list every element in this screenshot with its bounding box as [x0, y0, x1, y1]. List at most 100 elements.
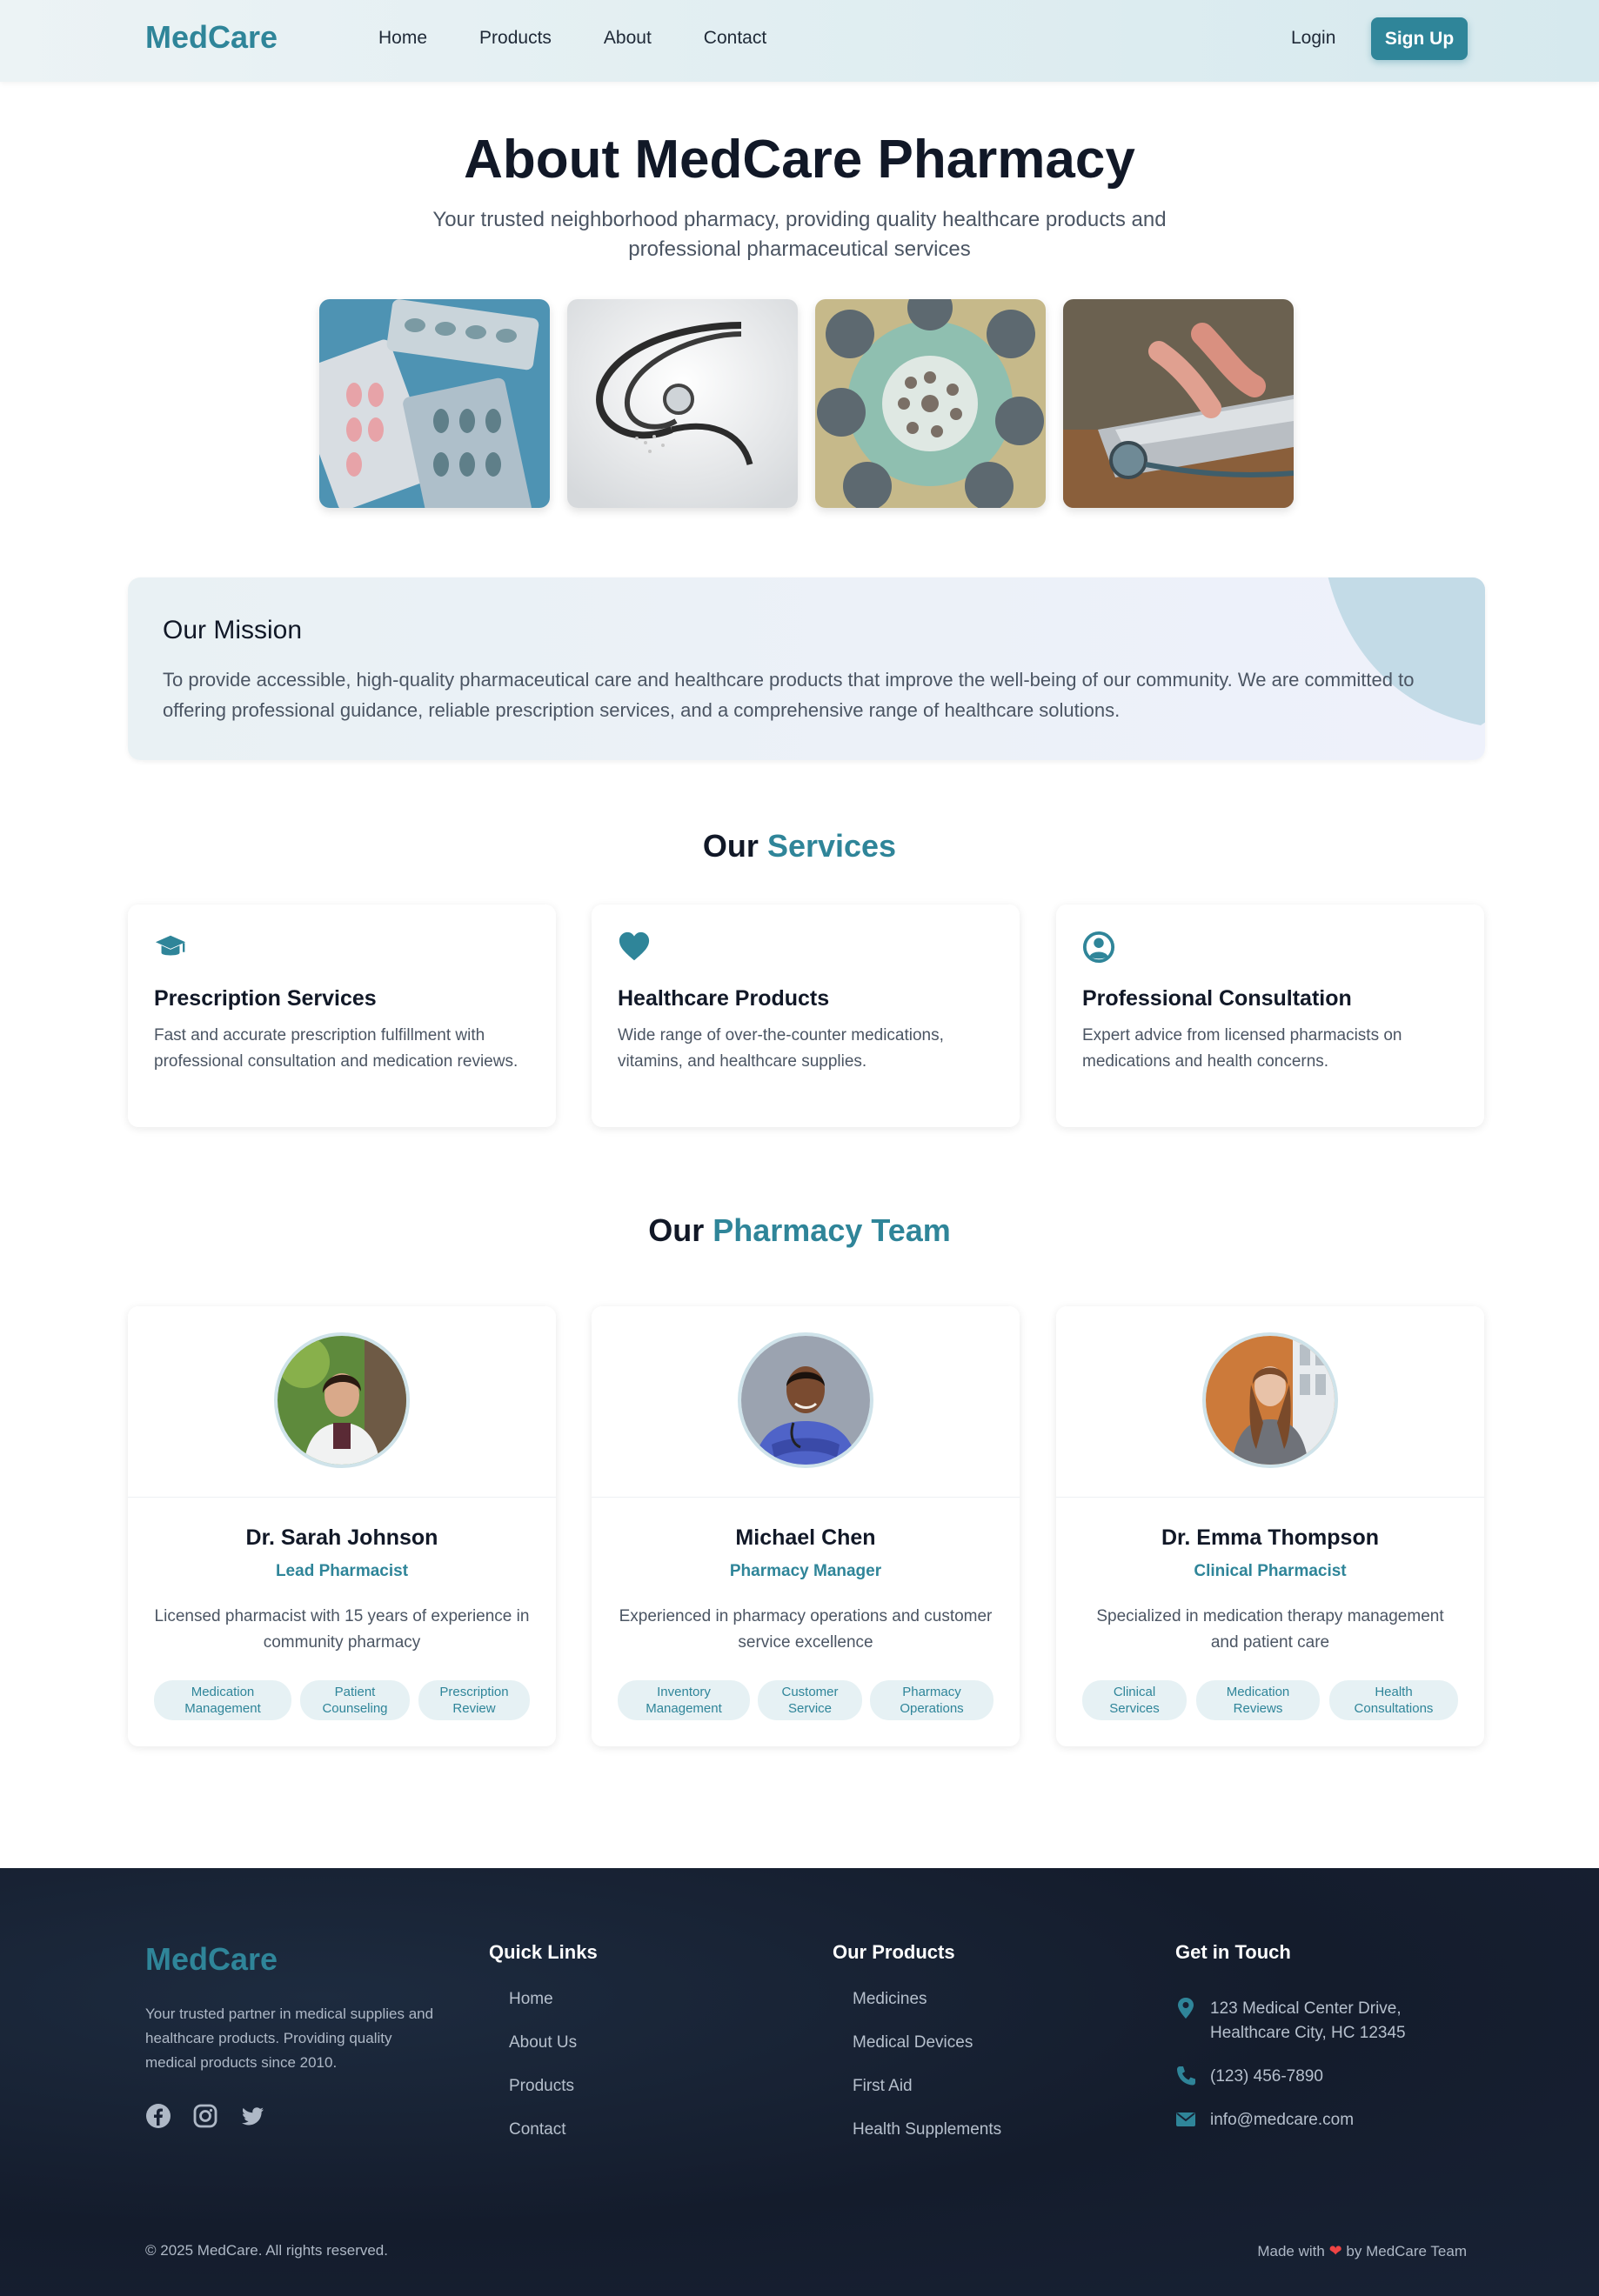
services-heading: Our Services [0, 828, 1599, 864]
mission-text: To provide accessible, high-quality phar… [163, 669, 1415, 721]
nav-link-contact[interactable]: Contact [704, 28, 766, 49]
contact-email-text[interactable]: info@medcare.com [1210, 2108, 1436, 2132]
team-card-emma-thompson: Dr. Emma Thompson Clinical Pharmacist Sp… [1056, 1306, 1484, 1746]
member-name: Dr. Emma Thompson [1161, 1525, 1380, 1550]
member-bio: Licensed pharmacist with 15 years of exp… [154, 1607, 530, 1652]
footer-column-title: Our Products [833, 1941, 955, 1963]
member-bio: Experienced in pharmacy operations and c… [619, 1607, 993, 1652]
footer-column-title: Get in Touch [1175, 1941, 1291, 1963]
service-description: Fast and accurate prescription fulfillme… [154, 1026, 519, 1071]
footer-link-first-aid[interactable]: First Aid [853, 2077, 1001, 2120]
surgeons-overhead-photo [815, 299, 1046, 508]
footer-link-contact[interactable]: Contact [509, 2120, 598, 2164]
pills-blister-photo [319, 299, 550, 508]
graduation-cap-icon [155, 935, 186, 956]
service-card-prescription[interactable]: Prescription Services Fast and accurate … [128, 904, 556, 1127]
avatar [1202, 1332, 1338, 1468]
service-description: Wide range of over-the-counter medicatio… [618, 1026, 944, 1071]
heart-icon: ❤ [1328, 2242, 1342, 2259]
footer-products: Our Products Medicines Medical Devices F… [833, 1941, 1001, 2164]
member-tags: Clinical Services Medication Reviews Hea… [1082, 1680, 1458, 1720]
skill-tag: Clinical Services [1082, 1680, 1187, 1720]
stethoscope-photo [567, 299, 798, 508]
phone-icon [1177, 2066, 1195, 2086]
member-bio: Specialized in medication therapy manage… [1096, 1607, 1444, 1652]
footer-link-medicines[interactable]: Medicines [853, 1990, 1001, 2033]
map-pin-icon [1178, 1998, 1194, 2019]
skill-tag: Prescription Review [418, 1680, 530, 1720]
footer-link-about[interactable]: About Us [509, 2033, 598, 2077]
nav-link-home[interactable]: Home [378, 28, 427, 49]
team-card-header [1056, 1306, 1484, 1498]
service-title: Prescription Services [154, 986, 377, 1011]
member-role: Clinical Pharmacist [1194, 1562, 1347, 1580]
heart-icon [619, 931, 650, 961]
nav-link-products[interactable]: Products [479, 28, 552, 49]
site-footer: MedCare Your trusted partner in medical … [0, 1868, 1599, 2296]
envelope-icon [1176, 2112, 1195, 2126]
contact-email: info@medcare.com [1175, 2108, 1436, 2132]
copyright: © 2025 MedCare. All rights reserved. [145, 2242, 388, 2259]
footer-quick-links: Quick Links Home About Us Products Conta… [489, 1941, 598, 2164]
instagram-icon[interactable] [192, 2103, 218, 2129]
footer-link-medical-devices[interactable]: Medical Devices [853, 2033, 1001, 2077]
member-tags: Medication Management Patient Counseling… [154, 1680, 530, 1720]
photo-gallery [319, 299, 1294, 508]
avatar [274, 1332, 410, 1468]
service-title: Professional Consultation [1082, 986, 1352, 1011]
footer-link-products[interactable]: Products [509, 2077, 598, 2120]
skill-tag: Patient Counseling [300, 1680, 410, 1720]
made-with-prefix: Made with [1257, 2243, 1325, 2259]
services-heading-accent: Services [766, 828, 897, 864]
team-heading-accent: Pharmacy Team [713, 1212, 951, 1248]
user-circle-icon [1082, 931, 1115, 964]
member-name: Dr. Sarah Johnson [245, 1525, 438, 1550]
nav-link-about[interactable]: About [604, 28, 652, 49]
top-navbar: MedCare Home Products About Contact Logi… [0, 0, 1599, 82]
signup-button[interactable]: Sign Up [1371, 17, 1468, 60]
footer-description: Your trusted partner in medical supplies… [145, 2006, 434, 2071]
twitter-icon[interactable] [239, 2103, 265, 2129]
service-card-healthcare-products[interactable]: Healthcare Products Wide range of over-t… [592, 904, 1020, 1127]
contact-address: 123 Medical Center Drive, Healthcare Cit… [1175, 1997, 1436, 2046]
page-title: About MedCare Pharmacy [464, 130, 1135, 190]
team-card-michael-chen: Michael Chen Pharmacy Manager Experience… [592, 1306, 1020, 1746]
skill-tag: Inventory Management [618, 1680, 750, 1720]
facebook-icon[interactable] [145, 2103, 171, 2129]
skill-tag: Medication Management [154, 1680, 291, 1720]
team-heading: Our Pharmacy Team [0, 1212, 1599, 1249]
footer-link-health-supplements[interactable]: Health Supplements [853, 2120, 1001, 2164]
contact-address-text: 123 Medical Center Drive, Healthcare Cit… [1210, 1999, 1406, 2042]
team-card-sarah-johnson: Dr. Sarah Johnson Lead Pharmacist Licens… [128, 1306, 556, 1746]
contact-phone: (123) 456-7890 [1175, 2065, 1436, 2089]
footer-contact-heading: Get in Touch [1175, 1941, 1291, 1990]
made-with-credit: Made with ❤ by MedCare Team [1257, 2242, 1467, 2260]
mission-title: Our Mission [163, 616, 303, 644]
made-with-suffix: by MedCare Team [1346, 2243, 1467, 2259]
services-heading-prefix: Our [702, 828, 759, 864]
page-subtitle: Your trusted neighborhood pharmacy, prov… [432, 208, 1167, 261]
team-card-header [128, 1306, 556, 1498]
laptop-stethoscope-photo [1063, 299, 1294, 508]
skill-tag: Customer Service [758, 1680, 862, 1720]
service-description: Expert advice from licensed pharmacists … [1082, 1026, 1402, 1071]
service-title: Healthcare Products [618, 986, 830, 1011]
member-role: Pharmacy Manager [729, 1562, 882, 1580]
social-links [145, 2103, 265, 2129]
member-tags: Inventory Management Customer Service Ph… [618, 1680, 994, 1720]
skill-tag: Medication Reviews [1196, 1680, 1320, 1720]
footer-logo[interactable]: MedCare [145, 1941, 278, 1978]
skill-tag: Health Consultations [1329, 1680, 1458, 1720]
login-link[interactable]: Login [1291, 28, 1335, 49]
team-card-header [592, 1306, 1020, 1498]
avatar [738, 1332, 873, 1468]
team-heading-prefix: Our [648, 1212, 705, 1248]
brand-logo[interactable]: MedCare [145, 19, 278, 56]
member-name: Michael Chen [735, 1525, 876, 1550]
footer-contact: 123 Medical Center Drive, Healthcare Cit… [1175, 1997, 1436, 2152]
service-card-consultation[interactable]: Professional Consultation Expert advice … [1056, 904, 1484, 1127]
member-role: Lead Pharmacist [275, 1562, 409, 1580]
skill-tag: Pharmacy Operations [870, 1680, 994, 1720]
footer-link-home[interactable]: Home [509, 1990, 598, 2033]
contact-phone-text[interactable]: (123) 456-7890 [1210, 2065, 1436, 2089]
